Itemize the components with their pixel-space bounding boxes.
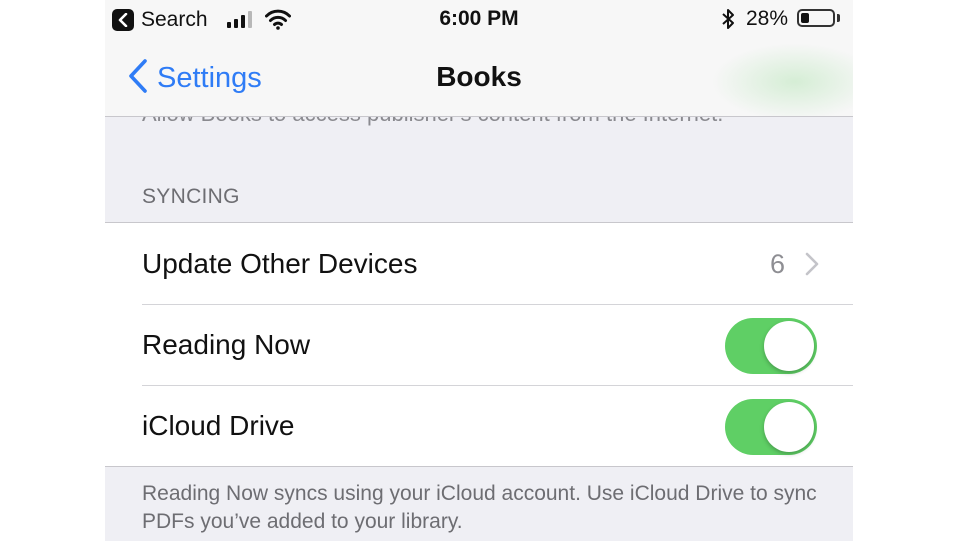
status-time: 6:00 PM — [439, 7, 519, 30]
syncing-group: Update Other Devices 6 Reading Now iClou… — [105, 222, 853, 467]
reading-now-label: Reading Now — [142, 329, 311, 360]
update-other-devices-label: Update Other Devices — [142, 248, 418, 279]
chevron-right-icon — [805, 252, 819, 281]
section-header-syncing: SYNCING — [142, 185, 240, 208]
reading-now-row: Reading Now — [105, 304, 853, 385]
battery-cap — [837, 14, 840, 22]
battery-percent: 28% — [746, 7, 789, 30]
toggle-knob — [764, 402, 814, 452]
battery-level — [801, 13, 809, 23]
update-other-devices-row[interactable]: Update Other Devices 6 — [105, 223, 853, 304]
syncing-footer-note: Reading Now syncs using your iCloud acco… — [142, 482, 817, 533]
status-bar: Search 6:00 PM 28% — [105, 0, 853, 40]
icloud-drive-row: iCloud Drive — [105, 385, 853, 466]
update-other-devices-value: 6 — [769, 249, 785, 279]
battery-icon — [797, 9, 835, 27]
reading-now-toggle[interactable] — [725, 318, 817, 374]
page-title: Books — [436, 61, 522, 92]
icloud-drive-toggle[interactable] — [725, 399, 817, 455]
navigation-bar: Settings Books — [105, 40, 853, 117]
settings-screen: Search 6:00 PM 28% Settings Books SYNCIN… — [105, 0, 853, 541]
icloud-drive-label: iCloud Drive — [142, 410, 295, 441]
toggle-knob — [764, 321, 814, 371]
bluetooth-icon — [721, 7, 735, 36]
